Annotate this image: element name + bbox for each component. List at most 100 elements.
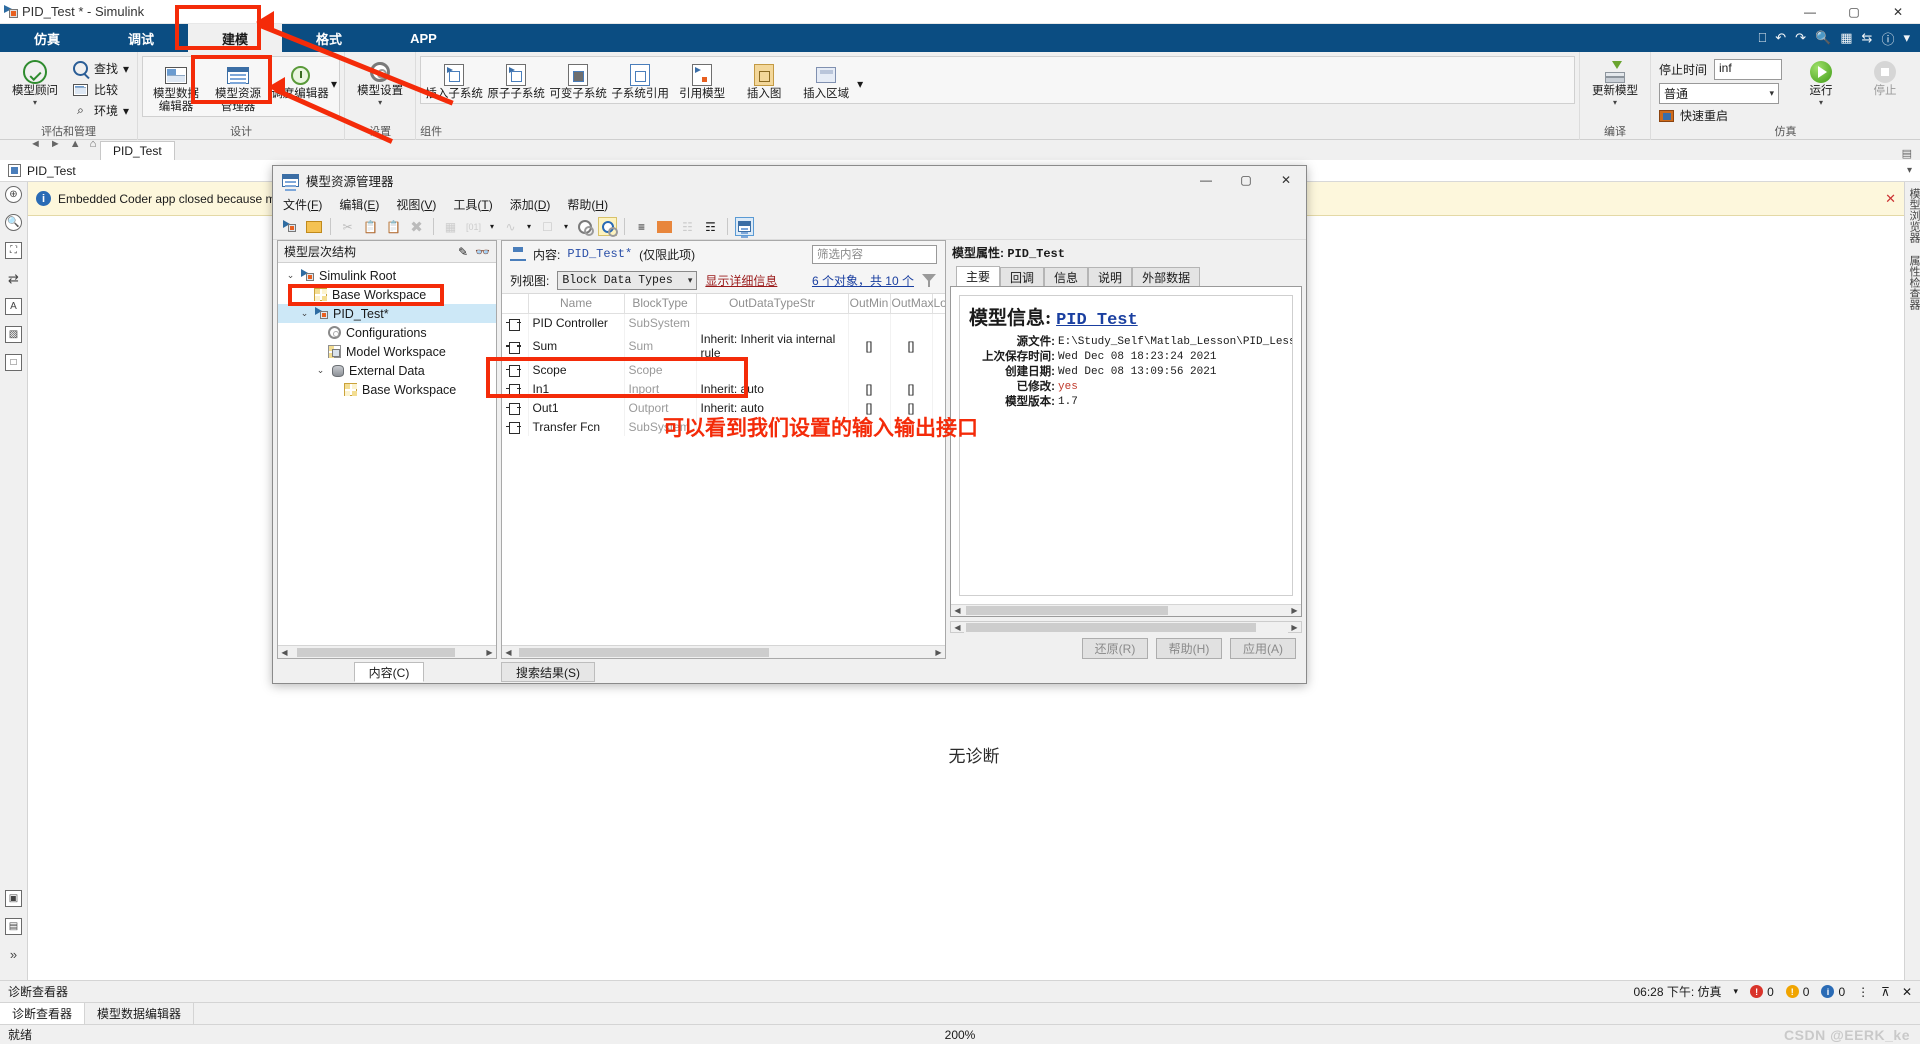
tree-node-simulink-root[interactable]: ⌄ Simulink Root bbox=[278, 266, 496, 285]
zoom-icon[interactable]: 🔍 bbox=[1815, 30, 1831, 46]
compare-icon[interactable]: ⇆ bbox=[1862, 30, 1873, 46]
layout-icon[interactable]: ▦ bbox=[1840, 30, 1852, 46]
chevron-down-icon[interactable]: ▾ bbox=[1819, 98, 1823, 107]
tree-node-base-workspace[interactable]: Base Workspace bbox=[278, 285, 496, 304]
menu-add[interactable]: 添加(D) bbox=[510, 196, 551, 213]
nav-back-icon[interactable]: ◄ bbox=[30, 138, 41, 150]
contents-hscrollbar[interactable]: ◀ ▶ bbox=[502, 645, 945, 658]
col-outmin[interactable]: OutMin bbox=[848, 294, 890, 313]
model-settings-button[interactable]: 模型设置 ▾ bbox=[349, 56, 411, 107]
tab-format[interactable]: 格式 bbox=[282, 24, 376, 52]
model-data-editor-button[interactable]: 模型数据 编辑器 bbox=[145, 59, 207, 114]
panel-icon[interactable]: ▤ bbox=[1902, 147, 1920, 160]
scroll-left-icon[interactable]: ◀ bbox=[278, 648, 291, 657]
dialog-maximize-button[interactable]: ▢ bbox=[1226, 166, 1266, 194]
environment-button[interactable]: ⌕ 环境 ▾ bbox=[68, 100, 133, 121]
chevron-down-icon[interactable]: ▾ bbox=[1734, 986, 1739, 997]
scroll-right-icon[interactable]: ▶ bbox=[1288, 606, 1301, 615]
update-model-button[interactable]: 更新模型 ▾ bbox=[1584, 56, 1646, 107]
chevron-down-icon[interactable]: ▾ bbox=[857, 77, 863, 91]
model-browser-tab[interactable]: 模型浏览器 bbox=[1905, 182, 1920, 249]
tab-main[interactable]: 主要 bbox=[956, 266, 1000, 286]
fullscreen-icon[interactable]: ⛶ bbox=[5, 242, 22, 259]
cell-lockscale[interactable] bbox=[932, 398, 945, 417]
info-card-hscrollbar[interactable]: ◀ ▶ bbox=[951, 604, 1301, 616]
chevron-down-icon[interactable]: ▾ bbox=[331, 77, 337, 91]
maximize-button[interactable]: ▢ bbox=[1832, 0, 1876, 24]
object-count-link[interactable]: 6 个对象，共 10 个 bbox=[812, 272, 914, 289]
chevron-down-icon[interactable]: ▾ bbox=[524, 217, 534, 236]
footer-tab-search-results[interactable]: 搜索结果(S) bbox=[501, 662, 595, 682]
chevron-down-icon[interactable]: ▾ bbox=[123, 104, 129, 118]
col-lockscale[interactable]: LockScale bbox=[932, 294, 945, 313]
scroll-left-icon[interactable]: ◀ bbox=[951, 606, 964, 615]
table-row[interactable]: Scope Scope bbox=[502, 360, 945, 379]
insert-area-button[interactable]: 插入区域 bbox=[795, 59, 857, 101]
insert-chart-button[interactable]: 插入图 bbox=[733, 59, 795, 101]
stop-button[interactable]: 停止 bbox=[1854, 56, 1916, 98]
pin-icon[interactable]: ⊼ bbox=[1881, 985, 1890, 999]
col-outdatatypestr[interactable]: OutDataTypeStr bbox=[696, 294, 848, 313]
chevron-down-icon[interactable]: ⌄ bbox=[314, 365, 327, 376]
target-icon[interactable] bbox=[598, 217, 617, 236]
model-reference-button[interactable]: 引用模型 bbox=[671, 59, 733, 101]
menu-tools[interactable]: 工具(T) bbox=[453, 196, 492, 213]
table-row[interactable]: Sum Sum Inherit: Inherit via internal ru… bbox=[502, 332, 945, 360]
column-view-select[interactable]: Block Data Types ▾ bbox=[557, 271, 697, 290]
scroll-track[interactable] bbox=[515, 647, 932, 658]
redo-icon[interactable]: ↷ bbox=[1795, 30, 1806, 46]
chevron-down-icon[interactable]: ▾ bbox=[33, 98, 37, 107]
compare-icon[interactable]: ▤ bbox=[5, 918, 22, 935]
tab-modeling[interactable]: 建模 bbox=[188, 24, 282, 52]
model-explorer-button[interactable]: 模型资源 管理器 bbox=[207, 59, 269, 114]
more-icon[interactable]: » bbox=[5, 946, 22, 963]
info-badge[interactable]: i 0 bbox=[1821, 985, 1845, 999]
scroll-right-icon[interactable]: ▶ bbox=[1288, 623, 1301, 632]
tree-node-configurations[interactable]: Configurations bbox=[278, 323, 496, 342]
more-icon[interactable]: ▾ bbox=[1903, 30, 1910, 46]
table-row[interactable]: In1 Inport Inherit: auto [] [] bbox=[502, 379, 945, 398]
open-folder-icon[interactable] bbox=[304, 217, 323, 236]
filter-icon[interactable]: ≡ bbox=[632, 217, 651, 236]
zoom-level[interactable]: 200% bbox=[945, 1028, 976, 1042]
mask-icon[interactable]: 👓 bbox=[475, 245, 490, 259]
col-outmax[interactable]: OutMax bbox=[890, 294, 932, 313]
chevron-down-icon[interactable]: ▾ bbox=[123, 62, 129, 76]
tab-app[interactable]: APP bbox=[376, 24, 471, 52]
simulation-mode-select[interactable]: 普通 ▾ bbox=[1659, 83, 1779, 104]
chevron-down-icon[interactable]: ▾ bbox=[487, 217, 497, 236]
warning-badge[interactable]: ! 0 bbox=[1786, 985, 1810, 999]
cell-lockscale[interactable] bbox=[932, 313, 945, 332]
show-details-link[interactable]: 显示详细信息 bbox=[705, 272, 777, 289]
scroll-left-icon[interactable]: ◀ bbox=[951, 623, 964, 632]
chevron-down-icon[interactable]: ▾ bbox=[1613, 98, 1617, 107]
tab-model-data-editor[interactable]: 模型数据编辑器 bbox=[85, 1003, 194, 1024]
zoom-fit-icon[interactable]: 🔍 bbox=[5, 214, 22, 231]
scroll-track[interactable] bbox=[291, 647, 483, 658]
subsystem-reference-button[interactable]: 子系统引用 bbox=[609, 59, 671, 101]
cell-lockscale[interactable] bbox=[932, 379, 945, 398]
col-name[interactable]: Name bbox=[528, 294, 624, 313]
compare-button[interactable]: 比较 bbox=[68, 79, 133, 100]
address-text[interactable]: PID_Test bbox=[27, 164, 76, 178]
close-icon[interactable]: ✕ bbox=[1885, 191, 1896, 207]
model-hierarchy-tree[interactable]: ⌄ Simulink Root Base Workspace ⌄ PID_Tes… bbox=[278, 263, 496, 645]
nav-forward-icon[interactable]: ► bbox=[50, 138, 61, 150]
tab-debug[interactable]: 调试 bbox=[94, 24, 188, 52]
insert-subsystem-button[interactable]: 插入子系统 bbox=[423, 59, 485, 101]
paste-view-icon[interactable]: ☶ bbox=[701, 217, 720, 236]
apply-button[interactable]: 应用(A) bbox=[1230, 638, 1296, 659]
tab-description[interactable]: 说明 bbox=[1088, 267, 1132, 286]
chevron-down-icon[interactable]: ⌄ bbox=[298, 308, 311, 319]
table-row[interactable]: PID Controller SubSystem bbox=[502, 313, 945, 332]
tab-simulation[interactable]: 仿真 bbox=[0, 24, 94, 52]
table-row[interactable]: Transfer Fcn SubSystem bbox=[502, 417, 945, 436]
schedule-editor-button[interactable]: 调度编辑器 bbox=[269, 59, 331, 114]
model-info-heading-value[interactable]: PID_Test bbox=[1056, 311, 1138, 330]
gear-icon[interactable] bbox=[575, 217, 594, 236]
minimize-button[interactable]: — bbox=[1788, 0, 1832, 24]
atomic-subsystem-button[interactable]: 原子子系统 bbox=[485, 59, 547, 101]
error-badge[interactable]: ! 0 bbox=[1750, 985, 1774, 999]
arrows-icon[interactable]: ⇄ bbox=[5, 270, 22, 287]
nav-home-icon[interactable]: ⌂ bbox=[90, 138, 97, 150]
